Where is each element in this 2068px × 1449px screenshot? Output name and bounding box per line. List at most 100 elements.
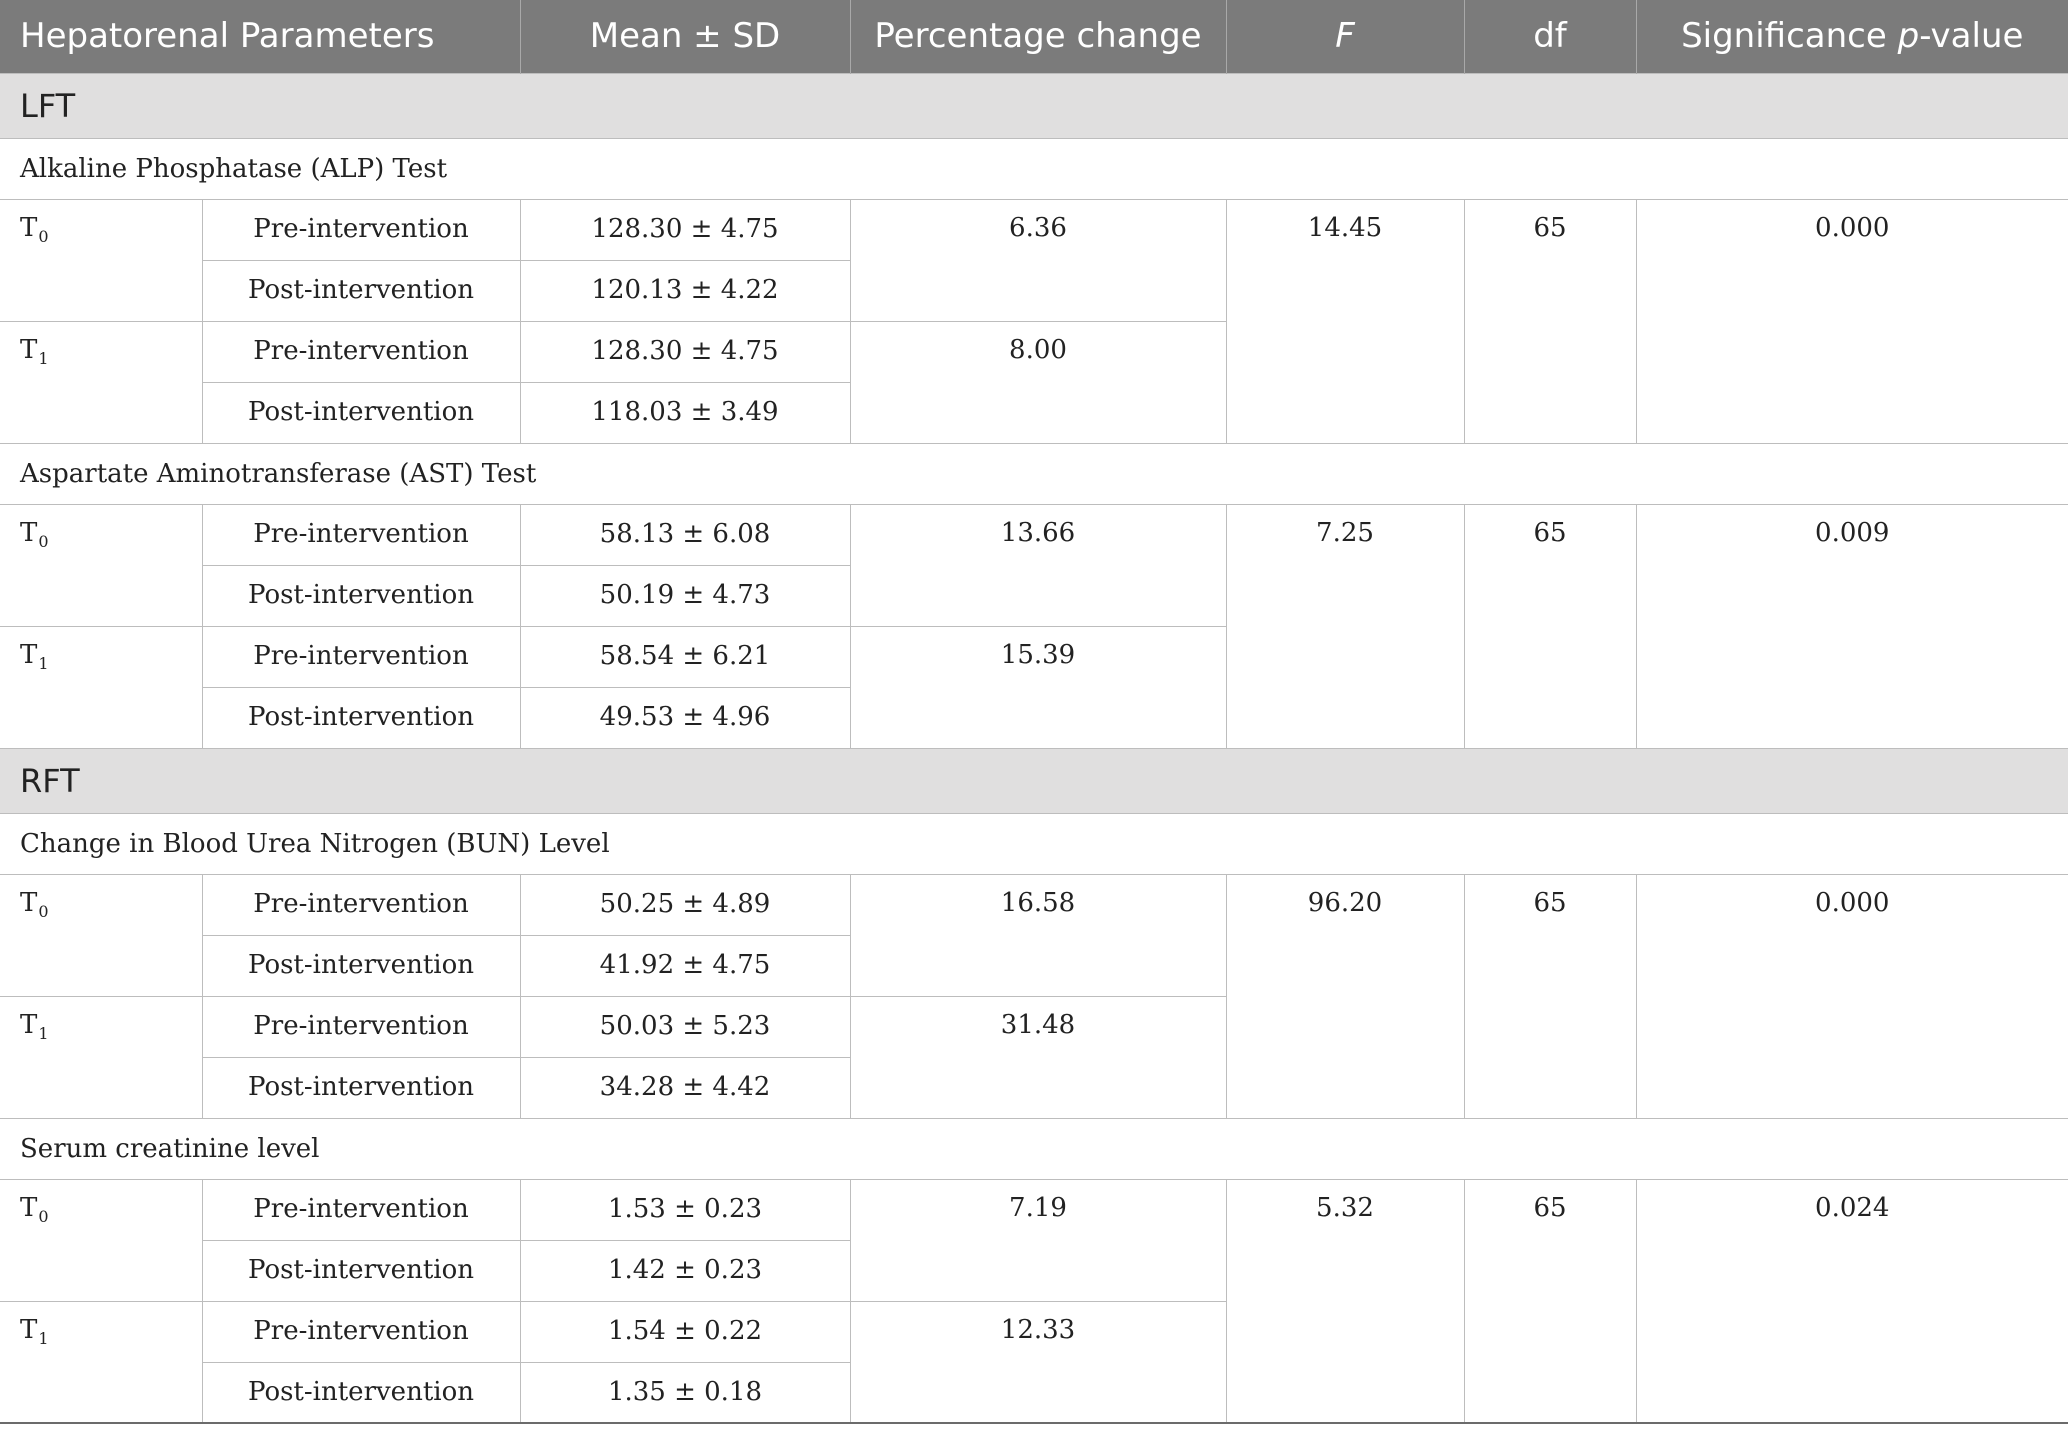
time-point-subscript: 0 [38, 901, 49, 921]
time-point-label: T [20, 334, 38, 365]
mean-sd-value: 1.35 ± 0.18 [519, 1361, 851, 1424]
phase-label: Post-intervention [201, 934, 521, 997]
time-point-cell: T1 [0, 995, 203, 1119]
phase-label: Post-intervention [201, 686, 521, 749]
section-label: RFT [0, 747, 2068, 814]
time-point-label: T [20, 517, 38, 548]
phase-label: Post-intervention [201, 1361, 521, 1424]
phase-label: Post-intervention [201, 259, 521, 322]
df-value: 65 [1463, 198, 1637, 444]
percentage-change-value: 16.58 [849, 873, 1227, 997]
parameter-row: Aspartate Aminotransferase (AST) Test [0, 442, 2068, 505]
mean-sd-value: 58.13 ± 6.08 [519, 503, 851, 566]
percentage-change-value: 15.39 [849, 625, 1227, 749]
time-point-subscript: 1 [38, 348, 49, 368]
phase-label: Post-intervention [201, 381, 521, 444]
parameter-name: Alkaline Phosphatase (ALP) Test [0, 137, 2068, 200]
mean-sd-value: 128.30 ± 4.75 [519, 198, 851, 261]
df-value: 65 [1463, 503, 1637, 749]
table-header: Hepatorenal Parameters Mean ± SD Percent… [0, 0, 2068, 73]
mean-sd-value: 128.30 ± 4.75 [519, 320, 851, 383]
parameter-name: Aspartate Aminotransferase (AST) Test [0, 442, 2068, 505]
mean-sd-value: 118.03 ± 3.49 [519, 381, 851, 444]
p-value: 0.000 [1635, 873, 2068, 1119]
f-value: 5.32 [1225, 1178, 1465, 1424]
mean-sd-value: 50.25 ± 4.89 [519, 873, 851, 936]
table-row: T0 Pre-intervention 128.30 ± 4.75 6.36 14.45… [0, 198, 2068, 444]
percentage-change-value: 8.00 [849, 320, 1227, 444]
mean-sd-value: 1.54 ± 0.22 [519, 1300, 851, 1363]
parameter-row: Alkaline Phosphatase (ALP) Test [0, 137, 2068, 200]
table-body: LFT Alkaline Phosphatase (ALP) Test T0 Pre-… [0, 72, 2068, 1424]
p-value: 0.000 [1635, 198, 2068, 444]
phase-label: Post-intervention [201, 1056, 521, 1119]
phase-label: Pre-intervention [201, 320, 521, 383]
time-point-label: T [20, 1192, 38, 1223]
phase-label: Pre-intervention [201, 503, 521, 566]
df-value: 65 [1463, 1178, 1637, 1424]
f-value: 7.25 [1225, 503, 1465, 749]
phase-label: Pre-intervention [201, 1178, 521, 1241]
mean-sd-value: 120.13 ± 4.22 [519, 259, 851, 322]
table-row: T0 Pre-intervention 1.53 ± 0.23 7.19 5.32 65 0… [0, 1178, 2068, 1424]
mean-sd-value: 34.28 ± 4.42 [519, 1056, 851, 1119]
time-point-label: T [20, 1009, 38, 1040]
time-point-cell: T1 [0, 625, 203, 749]
parameter-row: Serum creatinine level [0, 1117, 2068, 1180]
time-point-subscript: 0 [38, 531, 49, 551]
phase-label: Post-intervention [201, 564, 521, 627]
percentage-change-value: 12.33 [849, 1300, 1227, 1424]
time-point-subscript: 1 [38, 1328, 49, 1348]
section-row: RFT [0, 747, 2068, 814]
header-significance: Significance p-value [1636, 0, 2068, 73]
df-value: 65 [1463, 873, 1637, 1119]
phase-label: Pre-intervention [201, 1300, 521, 1363]
p-value: 0.009 [1635, 503, 2068, 749]
time-point-cell: T1 [0, 320, 203, 444]
table-row: T0 Pre-intervention 58.13 ± 6.08 13.66 7.25 6… [0, 503, 2068, 749]
phase-label: Pre-intervention [201, 873, 521, 936]
header-df: df [1464, 0, 1637, 73]
time-point-cell: T0 [0, 1178, 203, 1302]
time-point-cell: T0 [0, 873, 203, 997]
section-label: LFT [0, 72, 2068, 139]
percentage-change-value: 31.48 [849, 995, 1227, 1119]
parameter-name: Serum creatinine level [0, 1117, 2068, 1180]
table-row: T0 Pre-intervention 50.25 ± 4.89 16.58 96.20… [0, 873, 2068, 1119]
time-point-label: T [20, 639, 38, 670]
mean-sd-value: 1.42 ± 0.23 [519, 1239, 851, 1302]
mean-sd-value: 50.03 ± 5.23 [519, 995, 851, 1058]
p-value: 0.024 [1635, 1178, 2068, 1424]
f-value: 14.45 [1225, 198, 1465, 444]
time-point-cell: T1 [0, 1300, 203, 1424]
time-point-subscript: 0 [38, 226, 49, 246]
time-point-label: T [20, 887, 38, 918]
phase-label: Pre-intervention [201, 995, 521, 1058]
percentage-change-value: 13.66 [849, 503, 1227, 627]
time-point-label: T [20, 1314, 38, 1345]
time-point-subscript: 0 [38, 1206, 49, 1226]
header-f: F [1226, 0, 1465, 73]
time-point-label: T [20, 212, 38, 243]
time-point-subscript: 1 [38, 1023, 49, 1043]
mean-sd-value: 58.54 ± 6.21 [519, 625, 851, 688]
percentage-change-value: 6.36 [849, 198, 1227, 322]
hepatorenal-table: Hepatorenal Parameters Mean ± SD Percent… [0, 0, 2068, 1424]
header-sig-p: p [1897, 16, 1920, 57]
f-value: 96.20 [1225, 873, 1465, 1119]
header-row: Hepatorenal Parameters Mean ± SD Percent… [0, 0, 2068, 73]
header-sig-prefix: Significance [1681, 16, 1898, 57]
mean-sd-value: 1.53 ± 0.23 [519, 1178, 851, 1241]
parameter-row: Change in Blood Urea Nitrogen (BUN) Leve… [0, 812, 2068, 875]
header-percentage-change: Percentage change [850, 0, 1227, 73]
phase-label: Pre-intervention [201, 625, 521, 688]
phase-label: Pre-intervention [201, 198, 521, 261]
phase-label: Post-intervention [201, 1239, 521, 1302]
header-mean-sd: Mean ± SD [520, 0, 851, 73]
percentage-change-value: 7.19 [849, 1178, 1227, 1302]
parameter-name: Change in Blood Urea Nitrogen (BUN) Leve… [0, 812, 2068, 875]
mean-sd-value: 50.19 ± 4.73 [519, 564, 851, 627]
header-parameters: Hepatorenal Parameters [0, 0, 521, 73]
time-point-subscript: 1 [38, 653, 49, 673]
mean-sd-value: 49.53 ± 4.96 [519, 686, 851, 749]
